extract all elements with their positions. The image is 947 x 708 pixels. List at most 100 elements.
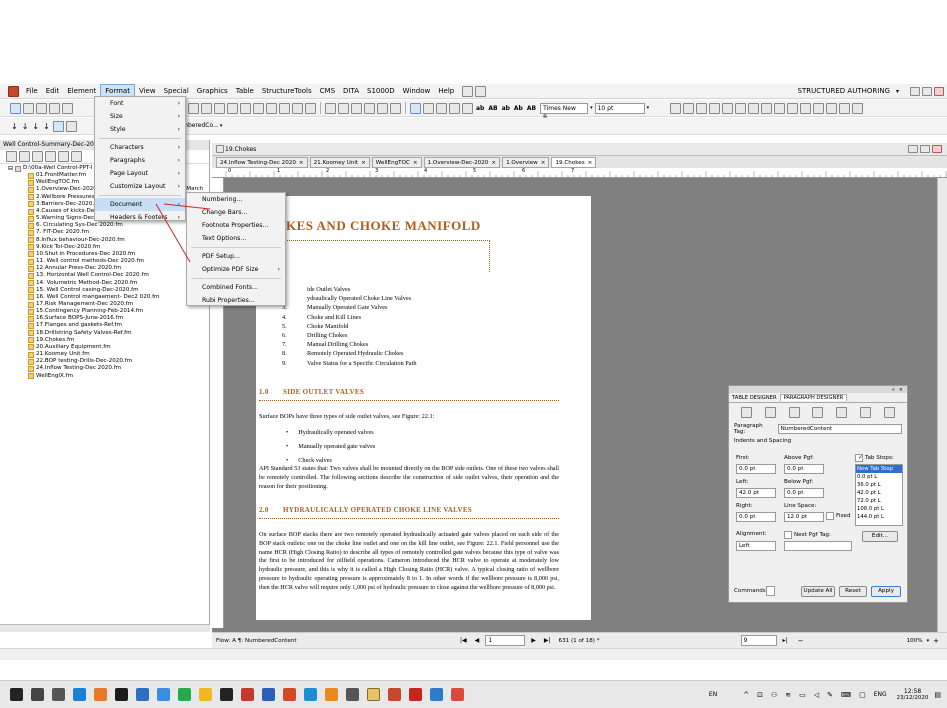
- tabstop-item[interactable]: 144.0 pt L: [856, 513, 902, 521]
- zoom-dropdown-icon[interactable]: ▾: [927, 638, 930, 644]
- chrome-icon[interactable]: [199, 688, 212, 701]
- table-icon[interactable]: [266, 102, 277, 114]
- book-file-item[interactable]: 17.Risk Management-Dec 2020.fm: [28, 301, 209, 308]
- book-file-item[interactable]: 15. Well Control casing-Dec-2020.fm: [28, 287, 209, 294]
- accept-icon[interactable]: [683, 102, 695, 114]
- book-update-icon[interactable]: [19, 151, 30, 162]
- table-cell-icon[interactable]: [883, 406, 895, 418]
- tab-close-icon[interactable]: ×: [361, 160, 366, 166]
- variable-icon[interactable]: [338, 102, 349, 114]
- book-file-item[interactable]: 16.Surface BOPS-June-2016.fm: [28, 315, 209, 322]
- tab-table-designer[interactable]: TABLE DESIGNER: [729, 395, 780, 401]
- font-dropdown-icon[interactable]: ▾: [590, 105, 593, 111]
- doc-tab[interactable]: WellEngTOC ×: [371, 156, 422, 168]
- volume-icon[interactable]: ◁: [814, 691, 819, 699]
- book-file-item[interactable]: 12.Annular Press-Dec 2020.fm: [28, 265, 209, 272]
- equation-icon[interactable]: [292, 102, 303, 114]
- clock[interactable]: 12:58 23/12/2020: [897, 688, 929, 701]
- copy-icon[interactable]: [188, 102, 199, 114]
- annotate-icon[interactable]: [813, 102, 825, 114]
- tab-paragraph-designer[interactable]: PARAGRAPH DESIGNER: [779, 394, 848, 401]
- vertical-scrollbar[interactable]: [937, 178, 947, 632]
- page-field[interactable]: 1: [485, 635, 526, 646]
- book-file-item[interactable]: 15.Contingency Planning-Feb-2014.fm: [28, 308, 209, 315]
- close-icon[interactable]: [934, 86, 944, 96]
- anchor-icon[interactable]: [364, 102, 375, 114]
- hypertext-icon[interactable]: [377, 102, 388, 114]
- edge-icon[interactable]: [73, 688, 86, 701]
- calculator-icon[interactable]: [346, 688, 359, 701]
- case-button-4[interactable]: AB: [527, 105, 536, 112]
- minimize-icon[interactable]: [910, 86, 920, 96]
- italic-icon[interactable]: [423, 102, 434, 114]
- mode-dropdown-icon[interactable]: ▾: [896, 88, 899, 95]
- find-icon[interactable]: [253, 102, 264, 114]
- netflix-icon[interactable]: [115, 688, 128, 701]
- update-all-button[interactable]: Update All: [801, 586, 835, 597]
- keyboard-icon[interactable]: ⌨: [841, 691, 851, 699]
- photos-icon[interactable]: [241, 688, 254, 701]
- advanced-icon[interactable]: [836, 406, 848, 418]
- mail-icon[interactable]: [136, 688, 149, 701]
- tabstop-item[interactable]: 108.0 pt L: [856, 505, 902, 513]
- store-icon[interactable]: [52, 688, 65, 701]
- format-menu-style[interactable]: Style ›: [95, 123, 185, 136]
- check-app-icon[interactable]: [178, 688, 191, 701]
- tab-close-icon[interactable]: ×: [588, 160, 593, 166]
- document-menu-rubi-properties-[interactable]: Rubi Properties...: [187, 294, 285, 307]
- apply-button[interactable]: Apply: [871, 586, 901, 597]
- conditional-icon[interactable]: [390, 102, 401, 114]
- tabstop-item[interactable]: 36.0 pt L: [856, 481, 902, 489]
- output-icon[interactable]: [852, 102, 864, 114]
- marker-icon[interactable]: [305, 102, 316, 114]
- pagination-icon[interactable]: [788, 406, 800, 418]
- display-icon[interactable]: ▢: [859, 691, 866, 699]
- start-icon[interactable]: [10, 688, 23, 701]
- merge-icon[interactable]: [774, 102, 786, 114]
- book-file-item[interactable]: 22.BOP testing-Drills-Dec-2020.fm: [28, 358, 209, 365]
- menu-graphics[interactable]: Graphics: [193, 84, 232, 99]
- size-dropdown-icon[interactable]: ▾: [647, 105, 650, 111]
- tab-close-icon[interactable]: ×: [413, 160, 418, 166]
- bold-icon[interactable]: [410, 102, 421, 114]
- subscript-icon[interactable]: [462, 102, 473, 114]
- doc-tab[interactable]: 24.Inflow Testing-Dec 2020 ×: [216, 156, 308, 168]
- book-file-item[interactable]: 13. Horizontal Well Control-Dec 2020.fm: [28, 272, 209, 279]
- book-file-item[interactable]: 17.Flanges and gaskets-Ref.fm: [28, 322, 209, 330]
- tabstop-item[interactable]: New Tab Stop: [856, 465, 902, 473]
- zoom-field[interactable]: 9: [740, 635, 777, 646]
- prev-change-icon[interactable]: [722, 102, 734, 114]
- next-page-icon[interactable]: ▶: [531, 637, 536, 644]
- justify-icon[interactable]: ↓: [43, 122, 50, 131]
- above-pgf-field[interactable]: 0.0 pt: [784, 464, 824, 474]
- collapse-icon[interactable]: ⊟: [8, 165, 13, 172]
- book-file-item[interactable]: 18.Drillstring Safety Valves-Ref.fm: [28, 330, 209, 337]
- network-icon[interactable]: ⊡: [757, 691, 763, 699]
- zoom-level[interactable]: 100%: [907, 638, 923, 644]
- people-icon[interactable]: ⚇: [771, 691, 777, 699]
- menu-dita[interactable]: DITA: [339, 84, 363, 99]
- doc-tab[interactable]: 19.Chokes ×: [551, 156, 597, 168]
- case-button-0[interactable]: ab: [476, 105, 484, 112]
- panel-collapse-icon[interactable]: «: [892, 387, 895, 393]
- arrow-app-icon[interactable]: [157, 688, 170, 701]
- export-icon[interactable]: [839, 102, 851, 114]
- tabstop-item[interactable]: 72.0 pt L: [856, 497, 902, 505]
- case-button-2[interactable]: ab: [502, 105, 510, 112]
- commands-select[interactable]: [766, 586, 775, 596]
- menu-s1000d[interactable]: S1000D: [363, 84, 399, 99]
- left-indent-field[interactable]: 42.0 pt: [736, 488, 776, 498]
- numbering-icon[interactable]: [812, 406, 824, 418]
- xref-icon[interactable]: [325, 102, 336, 114]
- grid-icon[interactable]: [462, 85, 474, 97]
- doc-tab[interactable]: 21.Koomey Unit ×: [309, 156, 370, 168]
- review-icon[interactable]: [787, 102, 799, 114]
- book-file-item[interactable]: WellEngIX.fm: [28, 373, 209, 380]
- case-button-3[interactable]: Ab: [514, 105, 523, 112]
- filter-icon[interactable]: [748, 102, 760, 114]
- doc-restore-icon[interactable]: [920, 145, 930, 153]
- format-menu-customize-layout[interactable]: Customize Layout ›: [95, 180, 185, 193]
- taskview-icon[interactable]: [31, 688, 44, 701]
- explorer-icon[interactable]: [367, 688, 380, 701]
- paste-icon[interactable]: [201, 102, 212, 114]
